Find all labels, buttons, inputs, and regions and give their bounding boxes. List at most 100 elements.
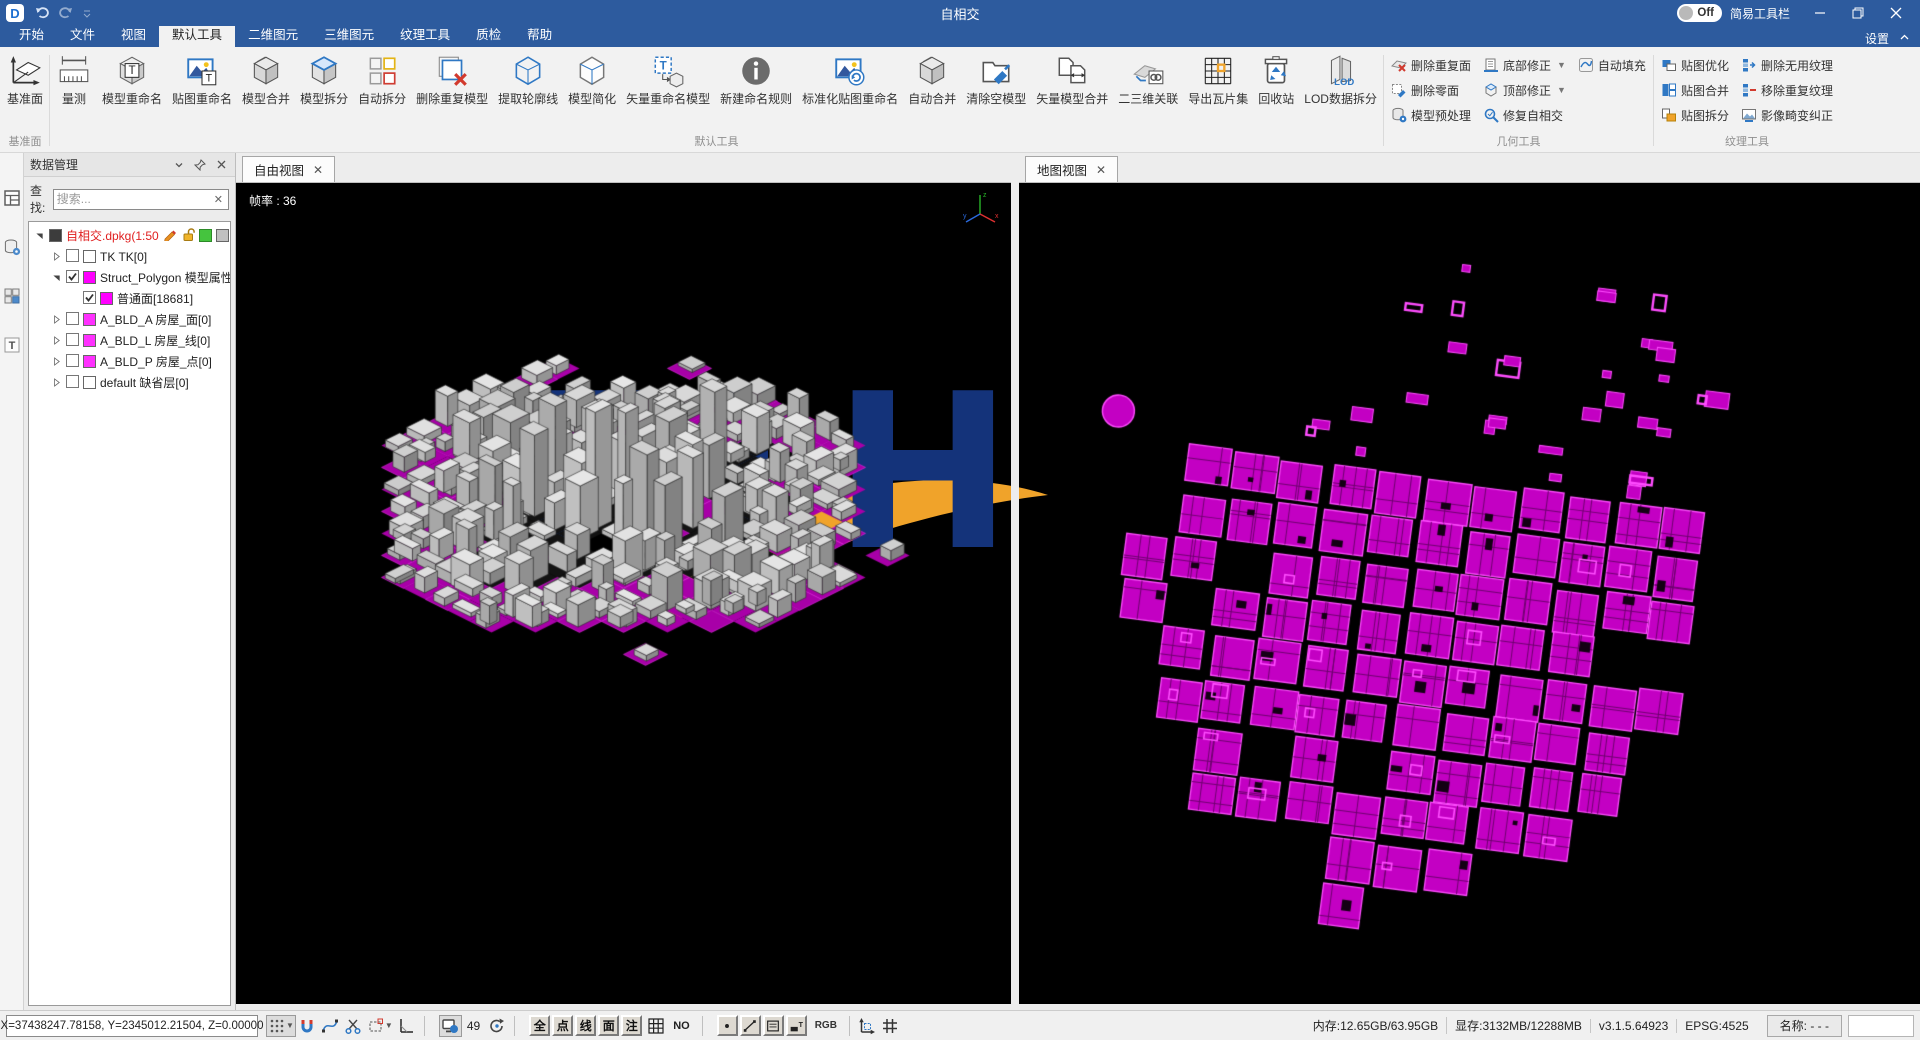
filter-button-3[interactable]: 面 (598, 1015, 619, 1036)
ribbon-button[interactable]: 量测 (51, 49, 97, 108)
ribbon-small-button[interactable]: 删除无用纹理 (1741, 55, 1833, 75)
display-button[interactable] (439, 1015, 462, 1037)
layer-color-swatch[interactable] (83, 355, 96, 368)
perpendicular-button[interactable] (395, 1015, 418, 1037)
ribbon-small-button[interactable]: 移除重复纹理 (1741, 80, 1833, 100)
tree-row[interactable]: A_BLD_A 房屋_面[0] (29, 309, 230, 330)
coordinate-readout[interactable]: X=37438247.78158, Y=2345012.21504, Z=0.0… (6, 1015, 258, 1037)
ribbon-small-button[interactable]: 删除重复面 (1391, 55, 1471, 75)
expander-closed-icon[interactable] (50, 356, 62, 368)
layer-checkbox[interactable] (66, 249, 79, 265)
ribbon-button[interactable]: 提取轮廓线 (493, 49, 563, 108)
ribbon-small-button[interactable]: 贴图合并 (1661, 80, 1729, 100)
snap-points-button[interactable]: ▼ (266, 1015, 296, 1037)
ribbon-small-button[interactable]: 模型预处理 (1391, 105, 1471, 125)
sidebar-form-grid-button[interactable] (3, 189, 21, 210)
filter-button-2[interactable]: 线 (575, 1015, 596, 1036)
layer-checkbox[interactable] (83, 291, 96, 307)
tab-map-view[interactable]: 地图视图 ✕ (1025, 156, 1118, 182)
panel-dropdown-icon[interactable] (171, 157, 187, 173)
spline-button[interactable] (319, 1015, 342, 1037)
expander-open-icon[interactable] (50, 272, 62, 284)
layer-checkbox[interactable] (66, 375, 79, 391)
ribbon-button[interactable]: 自动合并 (903, 49, 961, 108)
ribbon-button[interactable]: 导出瓦片集 (1183, 49, 1253, 108)
ribbon-small-button[interactable]: 顶部修正▼ (1483, 80, 1566, 100)
ribbon-button[interactable]: T贴图重命名 (167, 49, 237, 108)
layer-color-swatch[interactable] (83, 376, 96, 389)
sidebar-layer-thumbs-button[interactable] (3, 287, 21, 308)
ribbon-small-button[interactable]: 影像畸变纠正 (1741, 105, 1833, 125)
quickbar-dropdown-icon[interactable] (82, 8, 92, 18)
ribbon-button[interactable]: 矢量模型合并 (1031, 49, 1113, 108)
collapse-ribbon-icon[interactable] (1899, 32, 1910, 46)
ribbon-button[interactable]: 回收站 (1253, 49, 1299, 108)
root-box-icon[interactable] (49, 229, 62, 242)
sidebar-database-gear-button[interactable] (3, 238, 21, 259)
layer-checkbox[interactable] (66, 312, 79, 328)
app-logo-icon[interactable]: D (6, 4, 24, 22)
expander-closed-icon[interactable] (50, 314, 62, 326)
expander-closed-icon[interactable] (50, 335, 62, 347)
undo-icon[interactable] (34, 5, 50, 21)
ribbon-button[interactable]: T矢量重命名模型 (621, 49, 715, 108)
ribbon-button[interactable]: 清除空模型 (961, 49, 1031, 108)
ribbon-button[interactable]: 基准面 (2, 49, 48, 108)
layer-checkbox[interactable] (66, 354, 79, 370)
layer-color-swatch[interactable] (83, 313, 96, 326)
ribbon-button[interactable]: LODLOD数据拆分 (1299, 49, 1382, 108)
layer-color-swatch[interactable] (83, 250, 96, 263)
minimize-button[interactable] (1802, 0, 1838, 26)
rect-select-button[interactable]: ▼ (365, 1015, 395, 1037)
layer-checkbox[interactable] (66, 270, 79, 286)
tg-label-button[interactable]: T (786, 1015, 807, 1036)
ribbon-small-button[interactable]: 自动填充 (1578, 55, 1646, 75)
tree-row[interactable]: A_BLD_L 房屋_线[0] (29, 330, 230, 351)
dropdown-arrow-icon[interactable]: ▼ (1557, 60, 1566, 70)
map-viewport[interactable] (1019, 183, 1920, 1004)
axis-gizmo[interactable]: z x y (959, 188, 1001, 230)
wireframe-grid-button[interactable] (644, 1015, 667, 1037)
panel-close-icon[interactable] (213, 157, 229, 173)
ribbon-button[interactable]: 模型简化 (563, 49, 621, 108)
panel-pin-icon[interactable] (192, 157, 208, 173)
ribbon-small-button[interactable]: 贴图优化 (1661, 55, 1729, 75)
tab-map-view-close-icon[interactable]: ✕ (1096, 163, 1106, 177)
tree-row[interactable]: 自相交.dpkg(1:50 (29, 225, 230, 246)
tree-row[interactable]: Struct_Polygon 模型属性_ (29, 267, 230, 288)
tab-free-view[interactable]: 自由视图 ✕ (242, 156, 335, 182)
tab-free-view-close-icon[interactable]: ✕ (313, 163, 323, 177)
free-viewport[interactable]: 帧率 : 36 z x y (236, 183, 1011, 1004)
expander-closed-icon[interactable] (50, 251, 62, 263)
map-view-canvas[interactable] (1019, 183, 1920, 1004)
edit-pencil-icon[interactable] (163, 227, 177, 244)
ribbon-small-button[interactable]: 贴图拆分 (1661, 105, 1729, 125)
ribbon-button[interactable]: 删除重复模型 (411, 49, 493, 108)
clear-search-icon[interactable]: ✕ (212, 193, 225, 206)
layer-color-swatch[interactable] (83, 334, 96, 347)
status-gray-swatch[interactable] (216, 229, 229, 242)
ribbon-button[interactable]: 标准化贴图重命名 (797, 49, 903, 108)
ribbon-small-button[interactable]: 修复自相交 (1483, 105, 1566, 125)
ribbon-button[interactable]: 新建命名规则 (715, 49, 797, 108)
filter-button-1[interactable]: 点 (552, 1015, 573, 1036)
axis-move-button[interactable] (856, 1015, 879, 1037)
layer-color-swatch[interactable] (100, 292, 113, 305)
magnet-button[interactable] (296, 1015, 319, 1037)
restore-button[interactable] (1840, 0, 1876, 26)
rotate-button[interactable] (485, 1015, 508, 1037)
ribbon-button[interactable]: 二三维关联 (1113, 49, 1183, 108)
dropdown-arrow-icon[interactable]: ▼ (1557, 85, 1566, 95)
tg-form-button[interactable] (763, 1015, 784, 1036)
ribbon-button[interactable]: 模型拆分 (295, 49, 353, 108)
filter-button-4[interactable]: 注 (621, 1015, 642, 1036)
tree-row[interactable]: TK TK[0] (29, 246, 230, 267)
viewport-divider[interactable] (1011, 153, 1019, 1004)
tree-row[interactable]: A_BLD_P 房屋_点[0] (29, 351, 230, 372)
ribbon-small-button[interactable]: 删除零面 (1391, 80, 1471, 100)
close-button[interactable] (1878, 0, 1914, 26)
ribbon-button[interactable]: 自动拆分 (353, 49, 411, 108)
tg-diag-button[interactable] (740, 1015, 761, 1036)
ribbon-button[interactable]: T模型重命名 (97, 49, 167, 108)
ribbon-button[interactable]: 模型合并 (237, 49, 295, 108)
